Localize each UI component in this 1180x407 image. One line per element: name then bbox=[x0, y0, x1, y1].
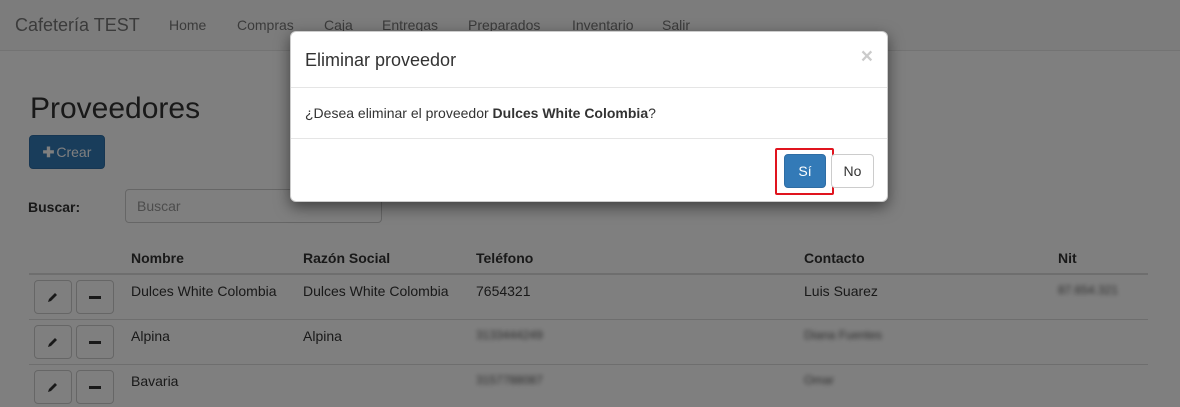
message-suffix: ? bbox=[648, 105, 656, 121]
delete-provider-dialog: Eliminar proveedor × ¿Desea eliminar el … bbox=[290, 31, 888, 202]
modal-header: Eliminar proveedor × bbox=[291, 32, 887, 88]
modal-message: ¿Desea eliminar el proveedor Dulces Whit… bbox=[305, 105, 656, 121]
modal-footer: Sí No bbox=[291, 138, 887, 202]
confirm-yes-button[interactable]: Sí bbox=[784, 154, 826, 188]
modal-title: Eliminar proveedor bbox=[305, 50, 457, 70]
close-icon[interactable]: × bbox=[861, 46, 873, 67]
cancel-no-button[interactable]: No bbox=[831, 154, 874, 188]
message-prefix: ¿Desea eliminar el proveedor bbox=[305, 105, 493, 121]
message-provider-name: Dulces White Colombia bbox=[492, 105, 649, 121]
